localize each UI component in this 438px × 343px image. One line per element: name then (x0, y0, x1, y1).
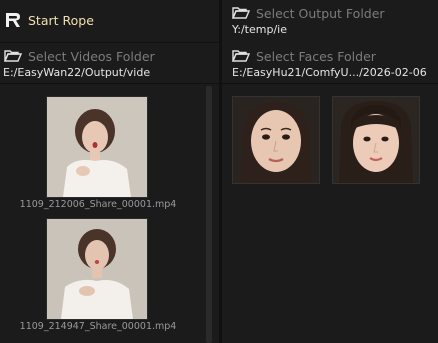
video-item[interactable]: 1109_212006_Share_00001.mp4 (0, 96, 196, 216)
select-videos-folder-label: Select Videos Folder (28, 48, 155, 64)
video-item[interactable]: 1109_214947_Share_00001.mp4 (0, 218, 196, 338)
select-faces-folder-label: Select Faces Folder (256, 48, 376, 64)
video-thumbnail-image (47, 97, 147, 197)
face-item[interactable] (232, 96, 320, 184)
start-rope-button[interactable]: Start Rope (4, 10, 94, 30)
folder-open-icon (232, 50, 250, 62)
select-videos-folder-button[interactable]: Select Videos Folder (4, 47, 155, 65)
videos-panel[interactable]: 1109_212006_Share_00001.mp4 1109_214947_… (0, 84, 214, 343)
videos-scrollbar[interactable] (206, 86, 212, 343)
video-thumbnail-image (47, 219, 147, 319)
select-faces-folder-button[interactable]: Select Faces Folder (232, 47, 376, 65)
video-filename: 1109_212006_Share_00001.mp4 (19, 199, 177, 210)
face-item[interactable] (332, 96, 420, 184)
output-folder-path: Y:/temp/ie (232, 23, 287, 36)
folder-open-icon (232, 7, 250, 19)
face-image (233, 97, 319, 183)
rope-logo-icon (6, 13, 20, 27)
videos-folder-path: E:/EasyWan22/Output/vide (3, 66, 151, 79)
folder-open-icon (4, 50, 22, 62)
start-rope-label: Start Rope (28, 12, 94, 28)
video-thumbnail[interactable] (46, 218, 148, 320)
video-filename: 1109_214947_Share_00001.mp4 (19, 321, 177, 332)
video-thumbnail[interactable] (46, 96, 148, 198)
faces-folder-path: E:/EasyHu21/ComfyU.../2026-02-06 (232, 66, 427, 79)
select-output-folder-button[interactable]: Select Output Folder (232, 4, 385, 22)
select-output-folder-label: Select Output Folder (256, 5, 385, 21)
face-image (333, 97, 419, 183)
faces-panel[interactable] (222, 84, 438, 343)
header-separator (0, 42, 219, 43)
